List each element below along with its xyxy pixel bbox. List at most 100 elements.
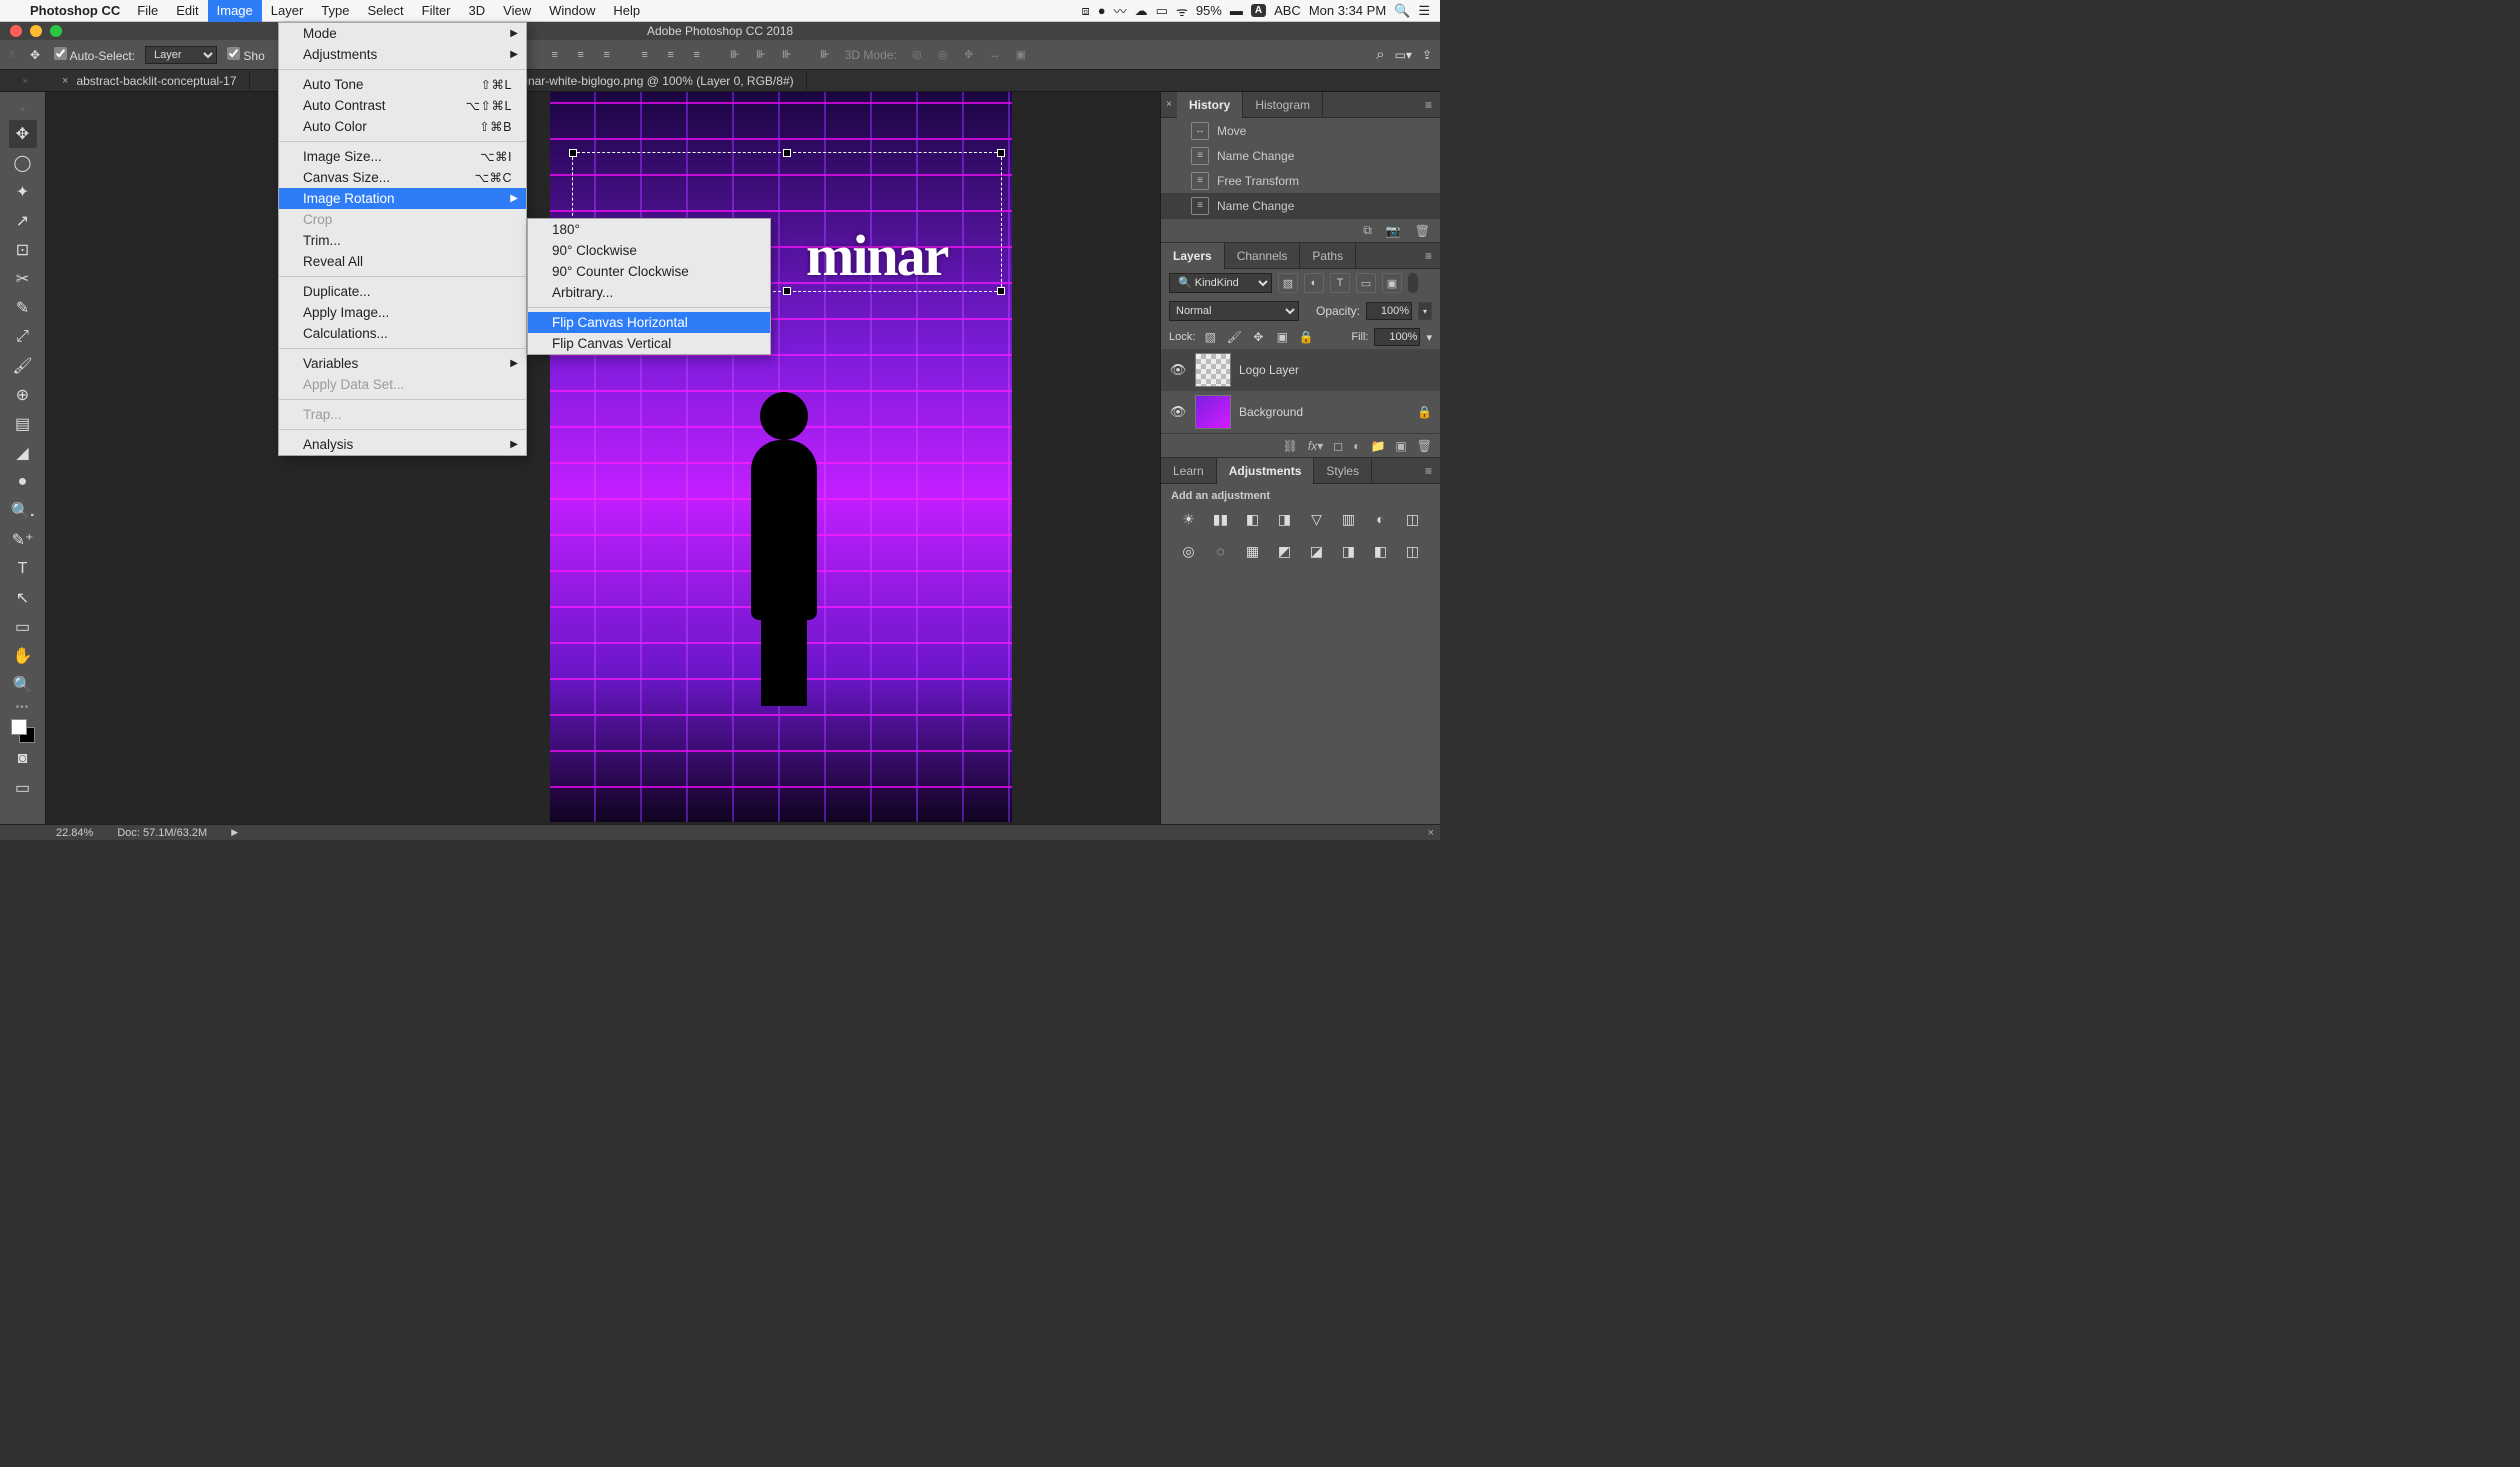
close-window-button[interactable]	[10, 25, 22, 37]
adjustment-preset-10[interactable]: ▦	[1242, 540, 1264, 562]
menu-view[interactable]: View	[494, 0, 540, 22]
menu-item-90-counter-clockwise[interactable]: 90° Counter Clockwise	[528, 261, 770, 282]
history-item[interactable]: ↔Move	[1161, 118, 1440, 143]
adjustment-preset-1[interactable]: ▮▮	[1210, 508, 1232, 530]
adjustment-preset-15[interactable]: ◫	[1402, 540, 1424, 562]
search-icon[interactable]: ⌕	[1376, 46, 1384, 63]
filter-type-icon[interactable]: T	[1330, 273, 1350, 293]
doc-size[interactable]: Doc: 57.1M/63.2M	[117, 827, 207, 839]
menu-edit[interactable]: Edit	[167, 0, 207, 22]
quick-mask-icon[interactable]: ◙	[9, 745, 37, 773]
spotlight-icon[interactable]: 🔍	[1394, 3, 1410, 19]
app-name[interactable]: Photoshop CC	[22, 3, 128, 18]
lock-artboard-icon[interactable]: ▣	[1273, 328, 1291, 346]
filter-pixel-icon[interactable]: ▧	[1278, 273, 1298, 293]
history-item[interactable]: ≡Free Transform	[1161, 168, 1440, 193]
layer-row[interactable]: 👁Background🔒	[1161, 391, 1440, 433]
menu-item-auto-contrast[interactable]: Auto Contrast⌥⇧⌘L	[279, 95, 526, 116]
lock-position-icon[interactable]: ✥	[1249, 328, 1267, 346]
adjustment-preset-2[interactable]: ◧	[1242, 508, 1264, 530]
control-center-icon[interactable]: ☰	[1418, 3, 1430, 19]
menu-layer[interactable]: Layer	[262, 0, 313, 22]
trash-icon[interactable]: 🗑	[1415, 224, 1430, 238]
adjustment-preset-13[interactable]: ◨	[1338, 540, 1360, 562]
menu-item-180[interactable]: 180°	[528, 219, 770, 240]
tool-8[interactable]: 🖌	[9, 352, 37, 380]
menu-item-apply-image[interactable]: Apply Image...	[279, 302, 526, 323]
tool-7[interactable]: ⤢	[9, 323, 37, 351]
visibility-icon[interactable]: 👁	[1169, 404, 1187, 420]
adjustment-preset-6[interactable]: ◐	[1370, 508, 1392, 530]
tool-3[interactable]: ↗	[9, 207, 37, 235]
layer-mask-icon[interactable]: ◻	[1333, 439, 1343, 453]
menu-item-reveal-all[interactable]: Reveal All	[279, 251, 526, 272]
adjustment-preset-3[interactable]: ◨	[1274, 508, 1296, 530]
menu-help[interactable]: Help	[604, 0, 649, 22]
keyboard-badge[interactable]: A	[1251, 4, 1266, 17]
menu-item-variables[interactable]: Variables▶	[279, 353, 526, 374]
tool-18[interactable]: ✋	[9, 642, 37, 670]
tools-grip-icon[interactable]: «	[19, 96, 27, 120]
layer-name[interactable]: Logo Layer	[1239, 363, 1299, 377]
align-bottom-icon[interactable]: ≡	[687, 45, 707, 65]
edit-toolbar-icon[interactable]: •••	[16, 702, 30, 713]
wifi-icon[interactable]: ᯤ	[1176, 2, 1188, 20]
tab-bar-grip-icon[interactable]: »	[0, 69, 50, 93]
adjustment-preset-11[interactable]: ◩	[1274, 540, 1296, 562]
tool-5[interactable]: ✂	[9, 265, 37, 293]
tool-0[interactable]: ✥	[9, 120, 37, 148]
distribute-3-icon[interactable]: ⊪	[777, 45, 797, 65]
feather-icon[interactable]: 〰	[1114, 1, 1127, 20]
menu-select[interactable]: Select	[358, 0, 412, 22]
tool-4[interactable]: ⊡	[9, 236, 37, 264]
menu-item-analysis[interactable]: Analysis▶	[279, 434, 526, 455]
document-tab-1[interactable]: × abstract-backlit-conceptual-17	[50, 70, 250, 92]
menu-item-image-rotation[interactable]: Image Rotation▶	[279, 188, 526, 209]
tab-learn[interactable]: Learn	[1161, 458, 1217, 484]
panel-grip-icon[interactable]: ⠿	[8, 43, 16, 67]
link-layers-icon[interactable]: ⛓	[1283, 439, 1298, 453]
blend-mode-dropdown[interactable]: Normal	[1169, 301, 1299, 321]
align-center-v-icon[interactable]: ≡	[661, 45, 681, 65]
filter-shape-icon[interactable]: ▭	[1356, 273, 1376, 293]
menu-item-calculations[interactable]: Calculations...	[279, 323, 526, 344]
frame-mode-icon[interactable]: ▭▾	[1395, 48, 1412, 62]
menu-item-auto-tone[interactable]: Auto Tone⇧⌘L	[279, 74, 526, 95]
canvas[interactable]: minar	[46, 92, 1160, 824]
dropbox-icon[interactable]: ⧈	[1082, 3, 1090, 19]
visibility-icon[interactable]: 👁	[1169, 362, 1187, 378]
adjustment-preset-14[interactable]: ◧	[1370, 540, 1392, 562]
tool-14[interactable]: ✎⁺	[9, 526, 37, 554]
layer-thumbnail[interactable]	[1195, 395, 1231, 429]
distribute-spacing-icon[interactable]: ⊪	[815, 45, 835, 65]
cloud-icon[interactable]: ☁	[1135, 3, 1148, 19]
tool-1[interactable]: ◯	[9, 149, 37, 177]
show-transform-checkbox[interactable]: Sho	[227, 47, 265, 63]
zoom-level[interactable]: 22.84%	[56, 827, 93, 839]
panel-menu-icon[interactable]: ≡	[1425, 98, 1440, 112]
menu-item-mode[interactable]: Mode▶	[279, 23, 526, 44]
tab-styles[interactable]: Styles	[1314, 458, 1372, 484]
tool-13[interactable]: 🔍᎐	[9, 497, 37, 525]
layer-row[interactable]: 👁 Logo Layer	[1161, 349, 1440, 391]
tool-6[interactable]: ✎	[9, 294, 37, 322]
panel-menu-icon[interactable]: ≡	[1425, 249, 1440, 263]
tool-12[interactable]: ●	[9, 468, 37, 496]
trash-icon[interactable]: 🗑	[1417, 439, 1432, 453]
panel-menu-icon[interactable]: ≡	[1425, 464, 1440, 478]
tab-layers[interactable]: Layers	[1161, 243, 1225, 269]
battery-icon[interactable]: ▬	[1230, 3, 1243, 18]
menu-item-flip-canvas-vertical[interactable]: Flip Canvas Vertical	[528, 333, 770, 354]
tab-paths[interactable]: Paths	[1300, 243, 1356, 269]
menu-image[interactable]: Image	[208, 0, 262, 22]
distribute-2-icon[interactable]: ⊪	[751, 45, 771, 65]
layer-thumbnail[interactable]	[1195, 353, 1231, 387]
history-item[interactable]: ≡Name Change	[1161, 193, 1440, 218]
filter-adjust-icon[interactable]: ◐	[1304, 273, 1324, 293]
tool-17[interactable]: ▭	[9, 613, 37, 641]
menu-item-arbitrary[interactable]: Arbitrary...	[528, 282, 770, 303]
collapse-panel-icon[interactable]: ×	[1161, 99, 1177, 110]
close-status-icon[interactable]: ×	[1428, 827, 1434, 839]
tool-2[interactable]: ✦	[9, 178, 37, 206]
tool-10[interactable]: ▤	[9, 410, 37, 438]
